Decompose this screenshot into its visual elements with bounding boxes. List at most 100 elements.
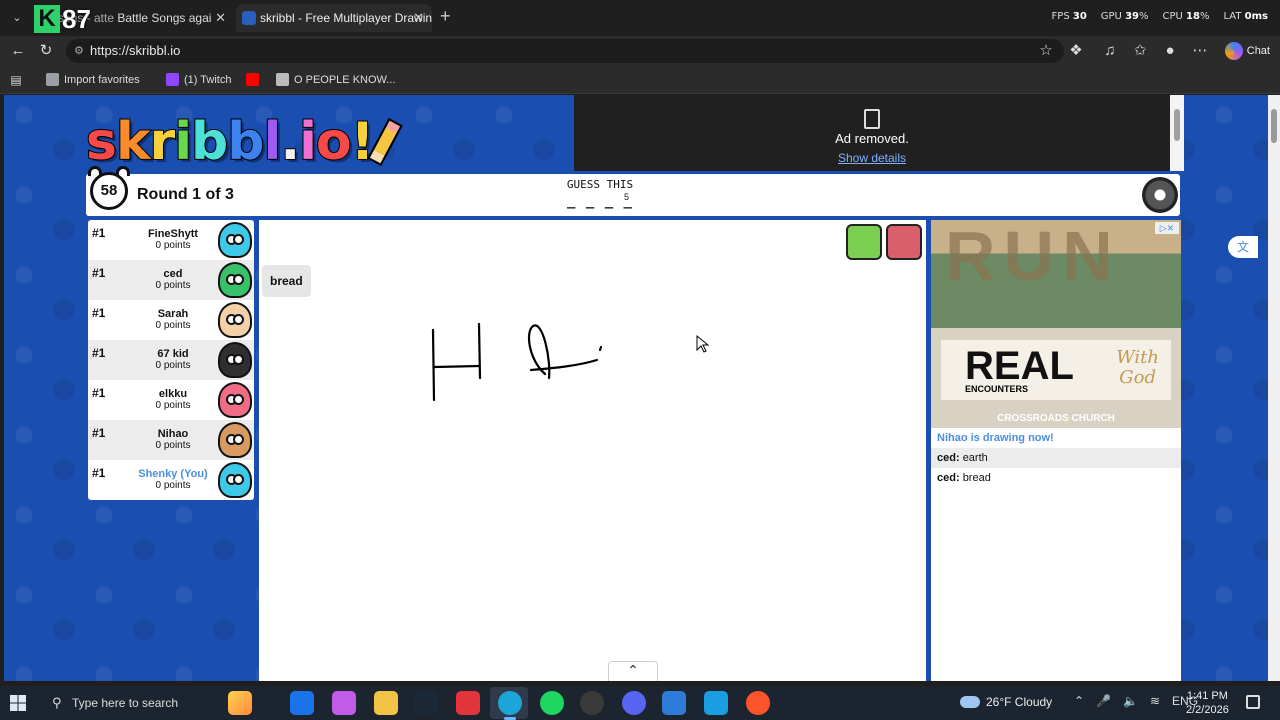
clock-date: 2/2/2026 — [1186, 704, 1229, 716]
brave-icon[interactable] — [746, 691, 770, 715]
close-tab-icon[interactable]: ✕ — [413, 4, 424, 32]
notepad-icon[interactable] — [662, 691, 686, 715]
logo-letter: l — [263, 112, 283, 172]
ad-encounters-text: ENCOUNTERS — [965, 384, 1029, 394]
ad-church-text: CROSSROADS CHURCH — [997, 413, 1115, 424]
windows-taskbar: ⚲ Type here to search 26°F Cloudy ⌃ 🎤 🔈 … — [0, 686, 1280, 720]
player-row[interactable]: #1 Sarah 0 points — [88, 300, 254, 340]
logo-letter: o — [315, 112, 353, 172]
logo-letter: i — [173, 112, 193, 172]
url-input[interactable]: ⚙ https://skribbl.io — [66, 39, 1064, 63]
page-scrollbar[interactable] — [1268, 95, 1280, 681]
back-arrow-icon[interactable]: ← — [8, 41, 28, 61]
close-tab-icon[interactable]: ✕ — [215, 4, 226, 32]
word-hint: GUESS THIS _ _ _ _ _ 5 — [560, 178, 640, 225]
twitch-icon — [166, 73, 179, 86]
player-points: 0 points — [155, 440, 191, 451]
discord-icon[interactable] — [622, 691, 646, 715]
favorite-twitch[interactable]: (1) Twitch — [166, 72, 231, 88]
timer-value: 58 — [90, 172, 128, 210]
spotify-icon[interactable] — [540, 691, 564, 715]
player-row[interactable]: #1 elkku 0 points — [88, 380, 254, 420]
player-name: 67 kid — [157, 348, 189, 360]
mouse-cursor-icon — [696, 334, 710, 353]
extensions-icon[interactable]: ❖ — [1066, 41, 1086, 61]
files-icon[interactable] — [704, 691, 728, 715]
file-explorer-icon[interactable] — [374, 691, 398, 715]
player-row[interactable]: #1 ced 0 points — [88, 260, 254, 300]
windows-start-icon[interactable] — [10, 695, 26, 711]
player-row[interactable]: #1 FineShytt 0 points — [88, 220, 254, 260]
favorite-people-know[interactable]: O PEOPLE KNOW... — [276, 72, 395, 88]
favorites-icon[interactable]: ✩ — [1130, 41, 1150, 61]
new-tab-button[interactable]: + — [440, 6, 451, 27]
expand-toolbar-chevron-icon[interactable]: ⌃ — [608, 661, 658, 681]
notifications-icon[interactable] — [1246, 695, 1260, 709]
steam-icon[interactable] — [414, 691, 438, 715]
chat-message: ced: bread — [931, 468, 1181, 488]
overlay-k-letter: K — [34, 5, 60, 33]
ad-scrollbar[interactable] — [1170, 95, 1184, 171]
player-avatar-icon — [218, 302, 252, 338]
logo-letter: b — [226, 112, 265, 172]
obs-icon[interactable] — [580, 691, 604, 715]
player-row[interactable]: #1 67 kid 0 points — [88, 340, 254, 380]
show-hidden-icons-chevron-icon[interactable]: ⌃ — [1074, 694, 1084, 708]
microphone-icon[interactable]: 🎤 — [1096, 694, 1111, 708]
copilot-icon[interactable] — [332, 691, 356, 715]
translate-icon[interactable]: 文 — [1228, 236, 1258, 258]
settings-gear-icon[interactable] — [1142, 177, 1178, 213]
player-points: 0 points — [155, 280, 191, 291]
skribbl-favicon-icon — [242, 11, 256, 25]
stroke — [529, 358, 599, 372]
speaker-icon[interactable]: 🔈 — [1123, 694, 1138, 708]
overlay-k87-logo: K 87 — [34, 4, 91, 34]
favorite-star-icon[interactable]: ☆ — [1036, 41, 1056, 61]
player-avatar-icon — [218, 262, 252, 298]
thumbs-down-icon[interactable] — [886, 224, 922, 260]
ad-choices-icon[interactable]: ▷✕ — [1155, 222, 1179, 234]
favorite-import[interactable]: Import favorites — [46, 72, 140, 88]
taskbar-clock[interactable]: 1:41 PM 2/2/2026 — [1186, 689, 1229, 717]
drawing-canvas[interactable] — [259, 220, 926, 681]
favorite-youtube[interactable] — [246, 72, 264, 88]
tab-list-chevron-icon[interactable]: ⌄ — [6, 8, 28, 28]
more-menu-icon[interactable]: ⋯ — [1190, 41, 1210, 61]
url-text: https://skribbl.io — [90, 43, 181, 58]
wps-office-icon[interactable] — [456, 691, 480, 715]
media-icon[interactable]: ♫ — [1100, 41, 1120, 61]
thumbs-up-icon[interactable] — [846, 224, 882, 260]
ad-real-encounters: REAL ENCOUNTERS With God — [941, 340, 1171, 400]
scroll-thumb[interactable] — [1271, 109, 1277, 143]
tab-bar: ⌄ sons - atte Battle Songs agai ✕ K 87 s… — [0, 0, 1280, 36]
microsoft-store-icon[interactable] — [290, 691, 314, 715]
weather-text: 26°F Cloudy — [986, 695, 1053, 709]
weather-widget[interactable]: 26°F Cloudy — [958, 695, 1052, 709]
refresh-icon[interactable]: ↻ — [36, 41, 56, 61]
sidebar-toggle-icon[interactable]: ▤ — [6, 70, 26, 90]
tab-skribbl[interactable]: skribbl - Free Multiplayer Drawing ✕ — [236, 4, 432, 32]
player-avatar-icon — [218, 462, 252, 498]
tab-title: skribbl - Free Multiplayer Drawing — [260, 11, 432, 25]
player-name: elkku — [158, 388, 188, 400]
ad-god-text: God — [1119, 367, 1156, 388]
stroke — [431, 328, 436, 402]
player-row[interactable]: #1 Nihao 0 points — [88, 420, 254, 460]
tab-title: Battle Songs agai — [117, 11, 212, 25]
stroke — [598, 345, 603, 352]
logo-letter: i — [298, 112, 318, 172]
scroll-thumb[interactable] — [1174, 109, 1180, 141]
player-list: #1 FineShytt 0 points #1 ced 0 points #1 Sarah 0… — [88, 220, 254, 500]
skribbl-page: s k r i b b l. i o! Ad removed. Show details 58 … — [4, 95, 1268, 681]
profile-avatar-icon[interactable]: ● — [1160, 41, 1180, 61]
show-details-link[interactable]: Show details — [574, 151, 1170, 165]
player-row[interactable]: #1 Shenky (You) 0 points — [88, 460, 254, 500]
chat-panel: Nihao is drawing now! ced: earth ced: br… — [931, 428, 1181, 681]
site-info-icon[interactable]: ⚙ — [74, 39, 84, 63]
right-ad-banner[interactable]: RUN ▷✕ REAL ENCOUNTERS With God CROSSROA… — [931, 220, 1181, 428]
copilot-chat-button[interactable]: Chat — [1223, 40, 1270, 62]
search-highlight-sparkle-icon[interactable] — [228, 691, 252, 715]
player-rank: #1 — [92, 426, 106, 440]
edge-icon[interactable] — [498, 691, 522, 720]
network-icon[interactable]: ≋ — [1150, 694, 1160, 708]
